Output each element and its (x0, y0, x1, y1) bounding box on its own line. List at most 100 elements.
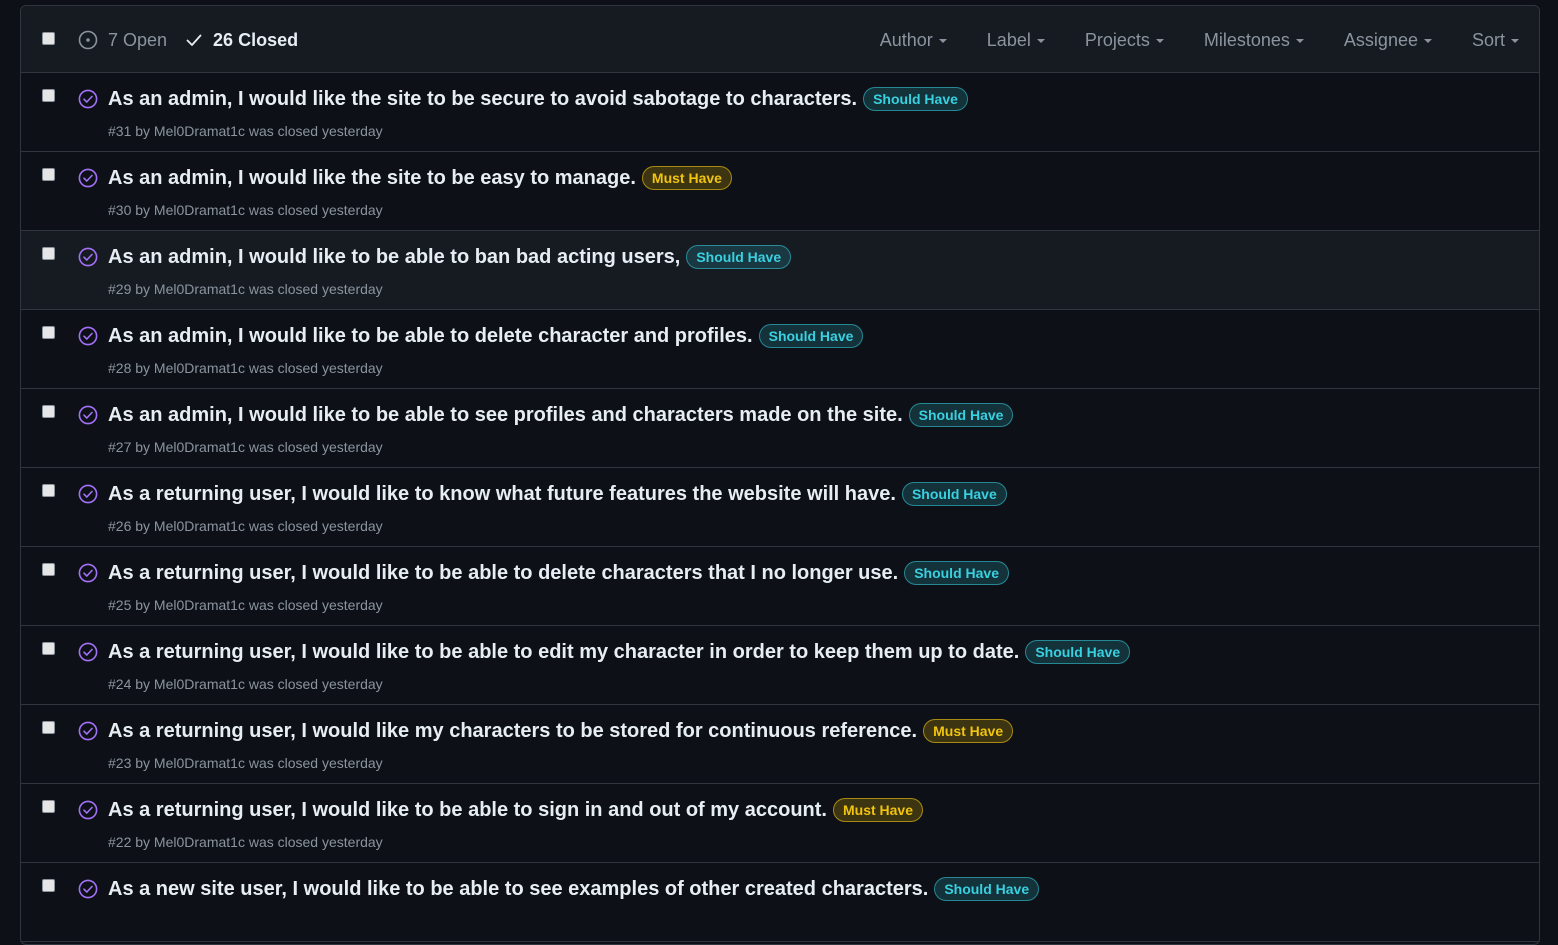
issue-title-line: As a returning user, I would like to be … (108, 561, 1009, 585)
milestones-filter-label: Milestones (1203, 29, 1290, 50)
issue-title-line: As an admin, I would like to be able to … (108, 245, 792, 269)
issue-label[interactable]: Should Have (901, 482, 1007, 506)
issue-closed-icon (78, 168, 98, 188)
chevron-down-icon (1295, 39, 1304, 43)
issue-title-link[interactable]: As an admin, I would like to be able to … (108, 246, 680, 269)
issue-row: As an admin, I would like to be able to … (21, 310, 1539, 389)
issue-closed-icon (78, 642, 98, 662)
sort-filter[interactable]: Sort (1472, 30, 1519, 51)
issue-title-link[interactable]: As a returning user, I would like to be … (108, 799, 827, 822)
chevron-down-icon (1423, 39, 1432, 43)
issue-title-line: As an admin, I would like the site to be… (108, 87, 968, 111)
issue-title-link[interactable]: As an admin, I would like to be able to … (108, 404, 903, 427)
issue-opened-icon (78, 30, 98, 50)
closed-issues-link[interactable]: 26 Closed (185, 30, 298, 51)
issues-list-header: 7 Open 26 Closed Author Label Projects M… (21, 6, 1539, 73)
issue-title-line: As an admin, I would like to be able to … (108, 324, 864, 348)
issue-meta: #24 by Mel0Dramat1c was closed yesterday (108, 676, 383, 692)
issue-row: As a returning user, I would like to be … (21, 547, 1539, 626)
issue-select-checkbox[interactable] (42, 326, 55, 339)
issue-label[interactable]: Should Have (686, 245, 792, 269)
issue-label[interactable]: Should Have (758, 324, 864, 348)
issue-label[interactable]: Must Have (923, 719, 1014, 743)
issue-closed-icon (78, 879, 98, 899)
issue-row: As a returning user, I would like to be … (21, 784, 1539, 863)
chevron-down-icon (1155, 39, 1164, 43)
issue-title-link[interactable]: As a new site user, I would like to be a… (108, 878, 928, 901)
author-filter[interactable]: Author (880, 30, 947, 51)
issue-row: As an admin, I would like to be able to … (21, 389, 1539, 468)
issue-closed-icon (78, 484, 98, 504)
issue-meta: #28 by Mel0Dramat1c was closed yesterday (108, 360, 383, 376)
label-filter[interactable]: Label (987, 30, 1045, 51)
issue-title-link[interactable]: As a returning user, I would like my cha… (108, 720, 917, 743)
issue-title-link[interactable]: As a returning user, I would like to be … (108, 562, 898, 585)
issue-row: As an admin, I would like to be able to … (21, 231, 1539, 310)
issue-row: As a returning user, I would like my cha… (21, 705, 1539, 784)
assignee-filter[interactable]: Assignee (1344, 30, 1432, 51)
issue-meta: #31 by Mel0Dramat1c was closed yesterday (108, 123, 383, 139)
issue-label[interactable]: Should Have (863, 87, 968, 111)
label-filter-label: Label (986, 29, 1031, 50)
issue-select-checkbox[interactable] (42, 642, 55, 655)
issue-closed-icon (78, 405, 98, 425)
sort-filter-label: Sort (1471, 29, 1505, 50)
issue-select-checkbox[interactable] (42, 168, 55, 181)
issue-select-checkbox[interactable] (42, 563, 55, 576)
closed-count-label: 26 Closed (213, 29, 299, 50)
chevron-down-icon (1511, 39, 1519, 43)
issue-title-line: As a returning user, I would like to be … (108, 640, 1131, 664)
issue-row: As a returning user, I would like to be … (21, 626, 1539, 705)
issue-title-link[interactable]: As a returning user, I would like to be … (108, 641, 1019, 664)
issues-list-box: 7 Open 26 Closed Author Label Projects M… (20, 5, 1540, 945)
issue-label[interactable]: Should Have (904, 561, 1009, 585)
issue-label[interactable]: Should Have (934, 877, 1040, 901)
select-all-checkbox[interactable] (42, 32, 55, 45)
check-icon (186, 34, 202, 46)
issue-label[interactable]: Must Have (832, 798, 924, 822)
issue-closed-icon (78, 563, 98, 583)
issue-closed-icon (78, 326, 98, 346)
issue-meta: #22 by Mel0Dramat1c was closed yesterday (108, 834, 383, 850)
issue-title-line: As a returning user, I would like to be … (108, 798, 924, 822)
issue-title-line: As an admin, I would like to be able to … (108, 403, 1014, 427)
issue-meta: #27 by Mel0Dramat1c was closed yesterday (108, 439, 383, 455)
issue-label[interactable]: Must Have (641, 166, 732, 190)
issue-meta: #23 by Mel0Dramat1c was closed yesterday (108, 755, 383, 771)
open-count-label: 7 Open (108, 29, 168, 50)
issue-rows: As an admin, I would like the site to be… (21, 73, 1539, 942)
issue-title-link[interactable]: As a returning user, I would like to kno… (108, 483, 896, 506)
issue-select-checkbox[interactable] (42, 89, 55, 102)
issue-label[interactable]: Should Have (1025, 640, 1131, 664)
projects-filter[interactable]: Projects (1085, 30, 1164, 51)
issue-select-checkbox[interactable] (42, 721, 55, 734)
issue-label[interactable]: Should Have (908, 403, 1014, 427)
issue-select-checkbox[interactable] (42, 800, 55, 813)
issue-title-line: As an admin, I would like the site to be… (108, 166, 732, 190)
issue-meta: #26 by Mel0Dramat1c was closed yesterday (108, 518, 383, 534)
issue-meta: #29 by Mel0Dramat1c was closed yesterday (108, 281, 383, 297)
assignee-filter-label: Assignee (1343, 29, 1418, 50)
issue-select-checkbox[interactable] (42, 247, 55, 260)
issue-select-checkbox[interactable] (42, 879, 55, 892)
projects-filter-label: Projects (1084, 29, 1150, 50)
milestones-filter[interactable]: Milestones (1204, 30, 1304, 51)
issue-state-toggles: 7 Open 26 Closed (78, 26, 298, 54)
issue-title-link[interactable]: As an admin, I would like the site to be… (108, 88, 857, 111)
issue-closed-icon (78, 89, 98, 109)
issue-title-line: As a returning user, I would like my cha… (108, 719, 1014, 743)
issue-title-link[interactable]: As an admin, I would like the site to be… (108, 167, 636, 190)
issue-closed-icon (78, 247, 98, 267)
issue-row: As a new site user, I would like to be a… (21, 863, 1539, 942)
issue-title-link[interactable]: As an admin, I would like to be able to … (108, 325, 753, 348)
chevron-down-icon (938, 39, 947, 43)
issue-row: As an admin, I would like the site to be… (21, 152, 1539, 231)
chevron-down-icon (1036, 39, 1045, 43)
open-issues-link[interactable]: 7 Open (78, 30, 167, 51)
author-filter-label: Author (879, 29, 933, 50)
issue-title-line: As a returning user, I would like to kno… (108, 482, 1007, 506)
issue-row: As a returning user, I would like to kno… (21, 468, 1539, 547)
issue-select-checkbox[interactable] (42, 405, 55, 418)
filter-bar: Author Label Projects Milestones Assigne… (840, 26, 1519, 54)
issue-select-checkbox[interactable] (42, 484, 55, 497)
